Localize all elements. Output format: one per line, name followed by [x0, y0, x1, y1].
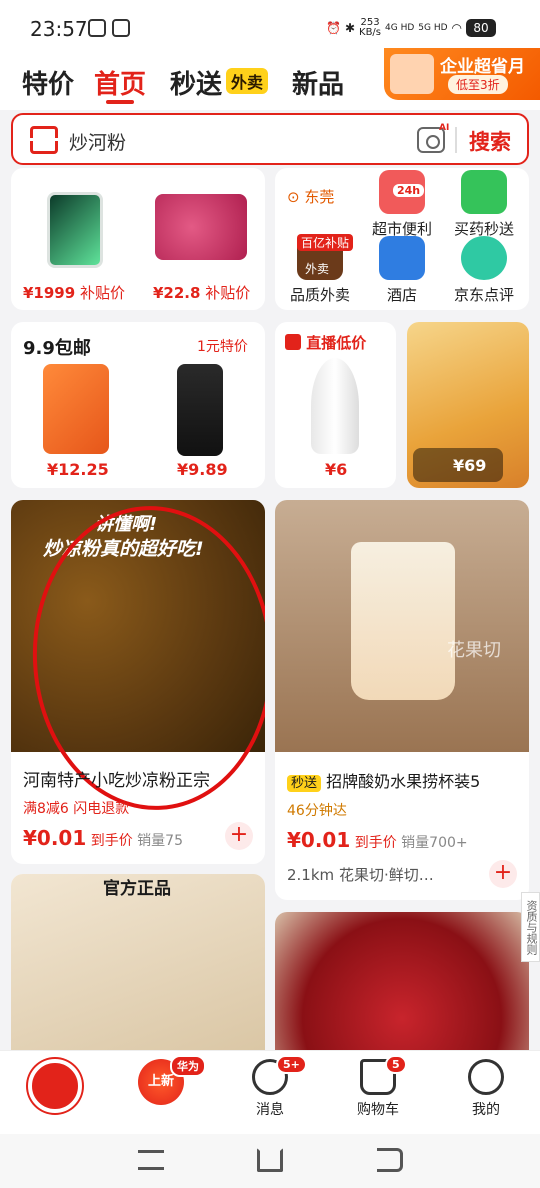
profile-icon [468, 1059, 504, 1095]
phone-image [47, 192, 103, 268]
service-hotel[interactable]: 酒店 [362, 236, 442, 305]
product-card-jelly[interactable]: 讲懂啊! 炒凉粉真的超好吃! 河南特产小吃炒凉粉正宗 满8减6 闪电退款 ¥0.… [11, 500, 265, 864]
takeout-icon-label: 外卖 [305, 262, 330, 276]
service-supermarket[interactable]: 超市便利 [362, 170, 442, 239]
product-card-grapes[interactable] [275, 912, 529, 1064]
card-title: 9.9包邮 [23, 338, 91, 359]
location-pin-icon: ⊙ [287, 188, 300, 206]
battery-indicator: 80 [466, 19, 497, 37]
tab-deals[interactable]: 特价 [22, 64, 74, 101]
promo-laptop-image [390, 54, 434, 94]
price-row: ¥0.01 到手价 销量75 [23, 826, 183, 850]
bluetooth-icon: ✱ [344, 21, 356, 35]
product-card-shoes[interactable]: 官方正品 [11, 874, 265, 1064]
shop-row: 2.1km 花果切·鲜切… [287, 866, 434, 884]
back-icon[interactable] [377, 1148, 403, 1172]
status-indicators: ⏰ ✱ 253 KB/s 4G HD 5G HD ◠ 80 [326, 17, 497, 38]
huawei-badge: 华为 [170, 1055, 206, 1077]
product-price: ¥6 [325, 460, 348, 479]
live-deals-card[interactable]: 直播低价 ¥6 [275, 322, 396, 488]
location-label[interactable]: ⊙ 东莞 [287, 186, 334, 207]
alarm-icon: ⏰ [326, 21, 341, 35]
home-icon[interactable] [257, 1148, 283, 1172]
shoes-image [11, 874, 265, 1064]
tab-profile[interactable]: 我的 [451, 1059, 521, 1119]
delivery-time: 46分钟达 [287, 803, 347, 819]
wifi-icon: ◠ [451, 21, 463, 35]
enterprise-promo-banner[interactable]: 企业超省月 低至3折 [384, 48, 540, 100]
product-title-row: 秒送 招牌酸奶水果捞杯装5 [287, 768, 480, 792]
jd-mascot-icon [28, 1059, 82, 1113]
tab-new[interactable]: 新品 [292, 64, 344, 101]
24h-badge: 24h [393, 184, 425, 197]
free-shipping-card[interactable]: 9.9包邮 1元特价 ¥12.25 ¥9.89 [11, 322, 265, 488]
flask-image [311, 358, 359, 454]
network-4g: 4G HD [385, 23, 415, 33]
search-bar[interactable]: 炒河粉 AI 搜索 [11, 113, 529, 165]
service-pharmacy[interactable]: 买药秒送 [444, 170, 524, 239]
search-button[interactable]: 搜索 [469, 126, 511, 156]
yogurt-cup-image [351, 542, 455, 700]
app-notification-icon [88, 19, 106, 37]
product-price: ¥69 [453, 456, 487, 475]
tab-instant-delivery[interactable]: 秒送 [170, 64, 222, 101]
cart-count-badge: 5 [385, 1055, 407, 1074]
system-nav-bar [0, 1134, 540, 1188]
product-price: ¥1999 补贴价 [23, 284, 125, 302]
hotel-icon [379, 236, 425, 280]
product-price: ¥9.89 [177, 460, 228, 479]
price-row: ¥0.01 到手价 销量700+ [287, 828, 468, 852]
grape-image [155, 194, 247, 260]
grapes-image [275, 912, 529, 1064]
subsidy-badge: 百亿补贴 [297, 234, 354, 251]
message-count-badge: 5+ [276, 1055, 307, 1074]
reviews-icon [461, 236, 507, 280]
image-watermark: 花果切 [447, 640, 501, 661]
service-reviews[interactable]: 京东点评 [444, 236, 524, 305]
product-price: ¥12.25 [47, 460, 109, 479]
takeout-badge: 外卖 [226, 68, 269, 94]
add-to-cart-button[interactable]: + [225, 822, 253, 850]
bottom-tab-bar: 上新 华为 消息 5+ 购物车 5 我的 [0, 1050, 540, 1134]
card-subtitle: 1元特价 [197, 339, 248, 355]
add-to-cart-button[interactable]: + [489, 860, 517, 888]
net-speed: 253 KB/s [359, 17, 382, 38]
subsidy-card[interactable]: ¥1999 补贴价 ¥22.8 补贴价 [11, 168, 265, 310]
status-app-icons [88, 19, 130, 37]
status-time: 23:57 [30, 17, 88, 41]
tab-home[interactable]: 首页 [94, 64, 146, 101]
search-input[interactable]: 炒河粉 [69, 128, 126, 155]
search-divider [455, 127, 457, 153]
network-5g: 5G HD [418, 23, 448, 33]
app-notification-icon [112, 19, 130, 37]
pharmacy-icon [461, 170, 507, 214]
product-card-yogurt[interactable]: 花果切 秒送 招牌酸奶水果捞杯装5 46分钟达 ¥0.01 到手价 销量700+… [275, 500, 529, 900]
qualification-rules-tab[interactable]: 资质与规则 [521, 892, 540, 962]
instant-badge: 秒送 [287, 775, 322, 792]
product-title: 河南特产小吃炒凉粉正宗 [23, 771, 210, 791]
promo-line: 满8减6 闪电退款 [23, 801, 130, 817]
live-icon [285, 334, 301, 350]
promo-title: 企业超省月 [440, 57, 525, 77]
menu-icon[interactable] [138, 1150, 164, 1170]
live-stream-card[interactable]: ¥69 [407, 322, 529, 488]
tab-home-logo[interactable] [20, 1059, 90, 1113]
uniform-image [177, 364, 223, 456]
card-title: 直播低价 [285, 332, 366, 353]
tab-active-indicator [106, 100, 134, 104]
official-label: 官方正品 [103, 879, 171, 899]
product-price: ¥22.8 补贴价 [153, 284, 251, 302]
scan-icon[interactable] [29, 126, 59, 154]
phone-case-image [43, 364, 109, 454]
ai-tag: AI [439, 123, 450, 133]
promo-subtitle: 低至3折 [448, 75, 508, 94]
services-card: ⊙ 东莞 超市便利 买药秒送 品质外卖 百亿补贴 外卖 酒店 京东点评 24h [275, 168, 529, 310]
